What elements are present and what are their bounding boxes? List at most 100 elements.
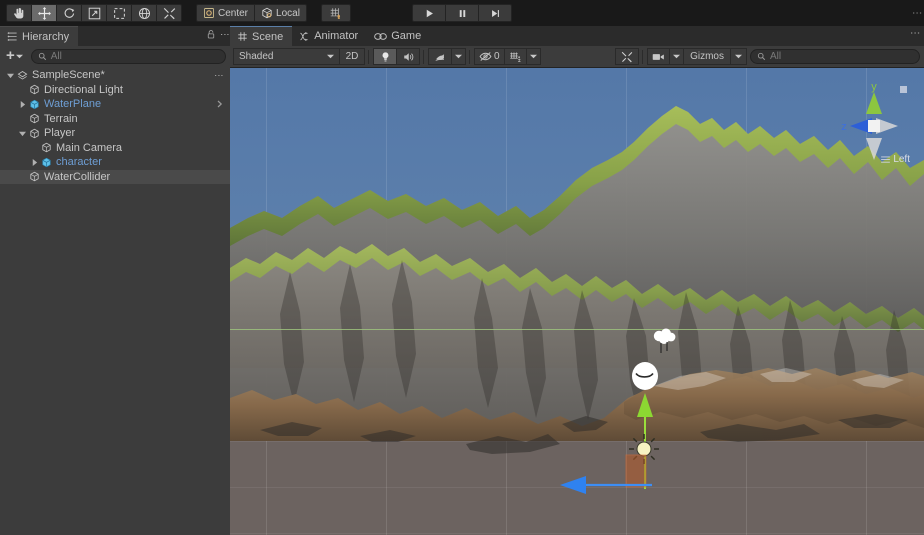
pivot-mode-label: Center [218, 7, 249, 19]
editor-account-menu-icon[interactable]: ⋮ [911, 8, 922, 18]
2d-label: 2D [345, 51, 359, 62]
disclosure-expanded-icon[interactable] [18, 130, 27, 137]
scene-audio-toggle[interactable] [396, 48, 420, 65]
step-button[interactable] [478, 4, 512, 22]
axis-z-label: z [841, 121, 847, 133]
hierarchy-row-terrain[interactable]: Terrain [0, 112, 230, 127]
scene-search-input[interactable]: All [750, 49, 920, 64]
hierarchy-row-label: Main Camera [56, 141, 123, 154]
pivot-rotation-button[interactable]: Local [254, 4, 307, 22]
add-gameobject-button[interactable]: + [4, 48, 25, 63]
tab-game[interactable]: Game [367, 26, 430, 46]
hierarchy-tab-actions: ⋮ [206, 29, 230, 40]
search-icon [757, 52, 766, 61]
hierarchy-row-watercollider[interactable]: WaterCollider [0, 169, 230, 184]
unity-editor-window: Center Local ⋮ Hierarchy ⋮ + All SampleS… [0, 0, 924, 535]
scene-tabbar: Scene Animator Game ⋮ [230, 26, 924, 46]
gameobject-icon [27, 171, 42, 182]
2d-toggle-button[interactable]: 2D [339, 48, 365, 65]
tab-hierarchy-label: Hierarchy [22, 30, 70, 43]
grid-snapping-button[interactable] [320, 4, 351, 22]
lock-icon[interactable] [206, 29, 216, 40]
grid-dropdown[interactable] [525, 48, 541, 65]
water-plane-line-upper [230, 329, 924, 330]
tab-animator-label: Animator [314, 30, 359, 42]
camera-icon [652, 53, 664, 60]
custom-editor-tool[interactable] [156, 4, 182, 22]
rect-tool[interactable] [106, 4, 132, 22]
directional-light-gizmo[interactable] [648, 324, 682, 358]
orientation-text: Left [893, 154, 910, 165]
draw-mode-label: Shaded [239, 51, 274, 62]
hierarchy-row-label: SampleScene* [32, 69, 105, 82]
draw-mode-dropdown[interactable]: Shaded [233, 48, 340, 65]
hierarchy-row-samplescene[interactable]: SampleScene* ⋮ [0, 68, 230, 83]
scene-lighting-toggle[interactable] [373, 48, 397, 65]
scene-icon [15, 70, 30, 81]
hierarchy-row-waterplane[interactable]: WaterPlane [0, 97, 230, 112]
pivot-tools-group: Center Local [196, 4, 307, 22]
hierarchy-icon [7, 32, 17, 41]
hierarchy-row-main-camera[interactable]: Main Camera [0, 141, 230, 156]
hidden-objects-button[interactable]: 0 [474, 48, 505, 65]
disclosure-expanded-icon[interactable] [6, 72, 15, 79]
chevron-down-icon [735, 54, 742, 59]
game-icon [374, 32, 388, 40]
pivot-mode-button[interactable]: Center [196, 4, 256, 22]
scene-view-orientation-label[interactable]: Left [881, 154, 910, 165]
disclosure-collapsed-icon[interactable] [30, 158, 39, 166]
transform-tools-group [6, 4, 182, 22]
move-tool[interactable] [31, 4, 57, 22]
grid-visibility-button[interactable] [503, 48, 527, 65]
play-button[interactable] [412, 4, 446, 22]
hierarchy-row-player[interactable]: Player [0, 126, 230, 141]
gizmos-label: Gizmos [690, 51, 724, 62]
move-handle-z-axis[interactable] [560, 474, 652, 496]
camera-gizmo[interactable] [630, 360, 660, 392]
transform-tool[interactable] [131, 4, 157, 22]
tab-game-label: Game [391, 30, 422, 42]
scale-tool[interactable] [81, 4, 107, 22]
scene-panel: Scene Animator Game ⋮ Shaded 2D 0 Gizmos… [230, 26, 924, 535]
scene-camera-dropdown[interactable] [669, 48, 685, 65]
scene-viewport[interactable]: y z Left [230, 68, 924, 535]
tab-scene[interactable]: Scene [230, 26, 293, 46]
hierarchy-row-menu-icon[interactable]: ⋮ [214, 71, 224, 80]
scene-tab-menu-icon[interactable]: ⋮ [909, 28, 920, 38]
grid-axis-icon [509, 52, 521, 62]
toolbar-separator-2 [423, 49, 424, 64]
prefab-open-chevron-icon[interactable] [217, 100, 223, 108]
hierarchy-row-directional-light[interactable]: Directional Light [0, 83, 230, 98]
eye-off-icon [479, 52, 492, 61]
chevron-down-icon [327, 54, 334, 59]
scene-view-tools-button[interactable] [615, 48, 640, 65]
gizmos-button[interactable]: Gizmos [683, 48, 731, 65]
hierarchy-row-label: character [56, 156, 102, 169]
terrain-mesh [230, 106, 924, 454]
disclosure-collapsed-icon[interactable] [18, 100, 27, 108]
gizmos-dropdown[interactable] [730, 48, 747, 65]
chevron-down-icon [455, 54, 462, 59]
chevron-down-icon [15, 54, 23, 58]
gameobject-icon [27, 113, 42, 124]
scene-view-toolbar: Shaded 2D 0 Gizmos All [230, 46, 924, 68]
scene-camera-button[interactable] [647, 48, 671, 65]
hierarchy-search-placeholder: All [50, 50, 62, 62]
hierarchy-row-label: Directional Light [44, 83, 123, 96]
tab-scene-label: Scene [252, 30, 284, 43]
hierarchy-search-row: + All [0, 46, 230, 66]
hand-tool[interactable] [6, 4, 32, 22]
effects-toggle-button[interactable] [428, 48, 452, 65]
hierarchy-row-character[interactable]: character [0, 155, 230, 170]
hierarchy-menu-icon[interactable]: ⋮ [220, 30, 230, 39]
hierarchy-tree[interactable]: SampleScene* ⋮ Directional Light WaterPlane… [0, 66, 230, 535]
audio-icon [404, 52, 414, 61]
pause-button[interactable] [445, 4, 479, 22]
rotate-tool[interactable] [56, 4, 82, 22]
effects-dropdown[interactable] [451, 48, 466, 65]
tab-hierarchy[interactable]: Hierarchy [0, 26, 79, 46]
hierarchy-search-input[interactable]: All [30, 48, 226, 64]
tab-animator[interactable]: Animator [292, 26, 367, 46]
gameobject-icon [27, 84, 42, 95]
scene-search-placeholder: All [770, 51, 782, 62]
